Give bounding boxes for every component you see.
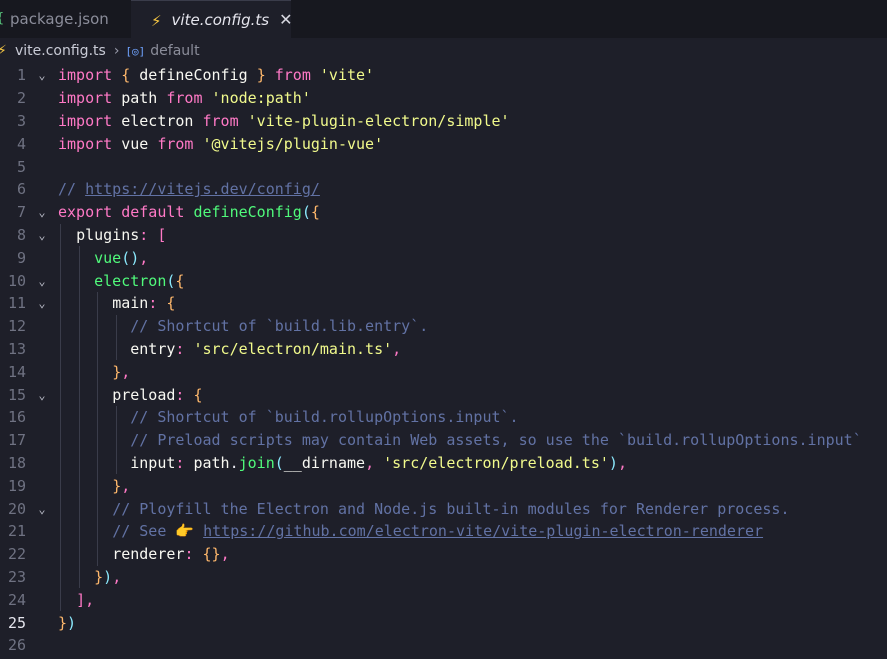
code-text: main: { [112, 294, 176, 313]
lightning-icon: ⚡ [0, 43, 7, 59]
code-line[interactable]: 17 // Preload scripts may contain Web as… [0, 429, 887, 452]
code-line[interactable]: 20 ⌄ // Ployfill the Electron and Node.js… [0, 497, 887, 520]
code-line[interactable]: 24 ], [0, 588, 887, 611]
line-number: 4 [16, 134, 26, 153]
code-text: entry: 'src/electron/main.ts', [130, 339, 402, 358]
code-line[interactable]: 10 ⌄ electron({ [0, 269, 887, 292]
line-number: 6 [16, 180, 26, 199]
code-text: preload: { [112, 385, 203, 404]
line-number: 17 [7, 431, 26, 450]
code-line[interactable]: 15 ⌄ preload: { [0, 383, 887, 406]
line-number: 14 [7, 362, 26, 381]
code-line[interactable]: 4 import vue from '@vitejs/plugin-vue' [0, 132, 887, 155]
line-number: 5 [16, 157, 26, 176]
tab-bar: {} package.json ⚡ vite.config.ts ✕ [0, 0, 887, 38]
code-line[interactable]: 9 vue(), [0, 246, 887, 269]
code-text: plugins: [ [76, 225, 167, 244]
code-editor[interactable]: 1 ⌄ import { defineConfig } from 'vite' 2 im… [0, 64, 887, 659]
chevron-down-icon[interactable]: ⌄ [35, 205, 49, 219]
code-text: electron({ [94, 271, 185, 290]
tab-label: vite.config.ts [171, 10, 270, 29]
code-line[interactable]: 19 }, [0, 474, 887, 497]
code-line[interactable]: 11 ⌄ main: { [0, 292, 887, 315]
code-line[interactable]: 13 entry: 'src/electron/main.ts', [0, 338, 887, 361]
tab-package-json[interactable]: {} package.json [0, 0, 130, 38]
code-line[interactable]: 2 import path from 'node:path' [0, 87, 887, 110]
code-text: // Preload scripts may contain Web asset… [130, 431, 862, 450]
line-number: 24 [7, 590, 26, 609]
code-line[interactable]: 1 ⌄ import { defineConfig } from 'vite' [0, 64, 887, 87]
code-line[interactable]: 21 // See 👉 https://github.com/electron-… [0, 520, 887, 543]
code-text: ], [76, 590, 95, 609]
code-text: // Shortcut of `build.lib.entry`. [130, 317, 429, 336]
code-text: }, [112, 476, 131, 495]
code-text: export default defineConfig({ [58, 203, 320, 222]
close-icon[interactable]: ✕ [279, 10, 292, 29]
chevron-down-icon[interactable]: ⌄ [35, 296, 49, 310]
code-text: import electron from 'vite-plugin-electr… [58, 111, 510, 130]
chevron-right-icon: › [113, 43, 120, 59]
code-text: import { defineConfig } from 'vite' [58, 66, 375, 85]
code-text: renderer: {}, [112, 545, 230, 564]
code-line[interactable]: 8 ⌄ plugins: [ [0, 224, 887, 247]
line-number: 22 [7, 545, 26, 564]
code-text: }, [112, 362, 131, 381]
line-number: 16 [7, 408, 26, 427]
breadcrumb-symbol[interactable]: default [150, 43, 199, 59]
code-line[interactable]: 12 // Shortcut of `build.lib.entry`. [0, 315, 887, 338]
line-number: 15 [7, 385, 26, 404]
chevron-down-icon[interactable]: ⌄ [35, 68, 49, 82]
line-number: 13 [7, 339, 26, 358]
code-text: // See 👉 https://github.com/electron-vit… [112, 522, 764, 541]
code-text: // Shortcut of `build.rollupOptions.inpu… [130, 408, 519, 427]
line-number: 25 [7, 613, 26, 632]
code-text: }), [94, 567, 122, 586]
code-line[interactable]: 5 [0, 155, 887, 178]
code-text: import vue from '@vitejs/plugin-vue' [58, 134, 384, 153]
code-line[interactable]: 6 // https://vitejs.dev/config/ [0, 178, 887, 201]
line-number: 21 [7, 522, 26, 541]
code-line[interactable]: 18 input: path.join(__dirname, 'src/elec… [0, 452, 887, 475]
line-number: 19 [7, 476, 26, 495]
line-number: 23 [7, 567, 26, 586]
line-number: 10 [7, 271, 26, 290]
chevron-down-icon[interactable]: ⌄ [35, 274, 49, 288]
code-line[interactable]: 23 }), [0, 566, 887, 589]
code-line[interactable]: 7 ⌄ export default defineConfig({ [0, 201, 887, 224]
breadcrumb: ⚡ vite.config.ts › [◎] default [0, 40, 887, 62]
code-line[interactable]: 3 import electron from 'vite-plugin-elect… [0, 110, 887, 133]
code-text: // Ployfill the Electron and Node.js bui… [112, 499, 790, 518]
code-text: vue(), [94, 248, 149, 267]
code-text: import path from 'node:path' [58, 89, 311, 108]
line-number: 26 [7, 636, 26, 655]
line-number: 11 [7, 294, 26, 313]
code-line[interactable]: 14 }, [0, 360, 887, 383]
breadcrumb-file[interactable]: vite.config.ts [15, 43, 106, 59]
code-text: input: path.join(__dirname, 'src/electro… [130, 453, 627, 472]
line-number: 2 [16, 89, 26, 108]
code-text: }) [58, 613, 77, 632]
lightning-icon: ⚡ [151, 11, 162, 30]
code-line[interactable]: 16 // Shortcut of `build.rollupOptions.i… [0, 406, 887, 429]
chevron-down-icon[interactable]: ⌄ [35, 388, 49, 402]
line-number: 1 [16, 66, 26, 85]
chevron-down-icon[interactable]: ⌄ [35, 502, 49, 516]
chevron-down-icon[interactable]: ⌄ [35, 228, 49, 242]
line-number: 12 [7, 317, 26, 336]
code-line[interactable]: 22 renderer: {}, [0, 543, 887, 566]
code-text: // https://vitejs.dev/config/ [58, 180, 320, 199]
line-number: 3 [16, 111, 26, 130]
variable-icon: [◎] [125, 44, 146, 58]
tab-vite-config[interactable]: ⚡ vite.config.ts ✕ [131, 0, 292, 38]
tab-label: package.json [10, 10, 109, 28]
line-number: 18 [7, 453, 26, 472]
code-line[interactable]: 25}) [0, 611, 887, 634]
line-number: 8 [16, 225, 26, 244]
line-number: 9 [16, 248, 26, 267]
json-file-icon: {} [0, 11, 4, 27]
line-number: 20 [7, 499, 26, 518]
line-number: 7 [16, 203, 26, 222]
code-line[interactable]: 26 [0, 634, 887, 657]
